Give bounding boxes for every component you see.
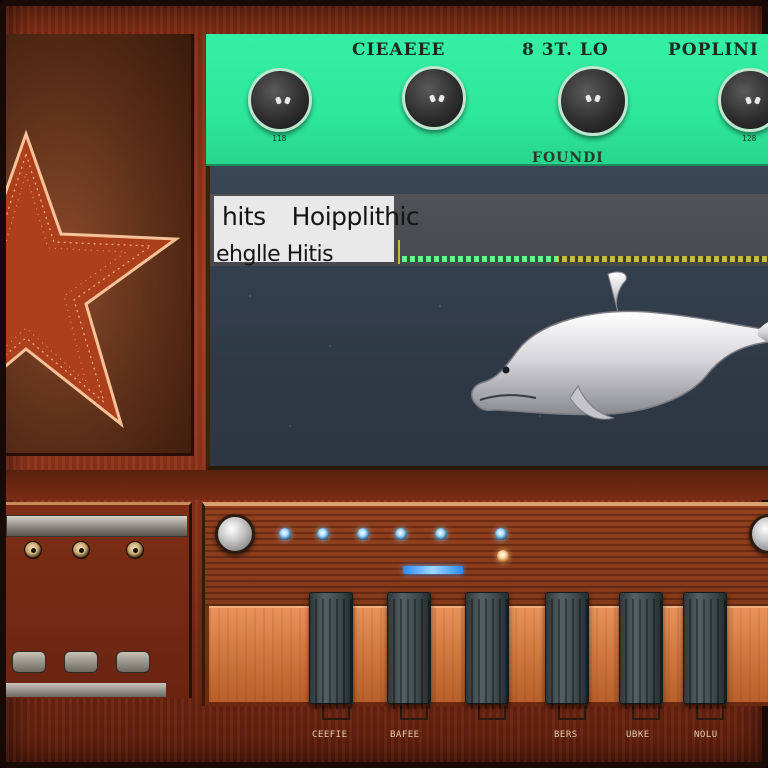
dolphin-icon <box>471 271 768 420</box>
top-label-left: CIEAEEE <box>352 40 446 60</box>
mixer-console <box>202 502 768 709</box>
status-light-bar <box>403 566 463 574</box>
screen-subtitle: ehglle Hitis <box>216 242 334 267</box>
top-rail <box>6 515 188 537</box>
device-frame: CIEAEEE 8 3T. LO POPLINI 118 128 FOUNDI … <box>0 0 768 768</box>
small-knob-1[interactable] <box>12 651 46 673</box>
fader-label-6: NOLU <box>694 730 718 740</box>
fader-2[interactable] <box>387 592 431 709</box>
jack-panel <box>6 502 192 698</box>
screen-number: 88 <box>378 240 392 253</box>
bottom-rail <box>6 683 166 697</box>
top-label-right: POPLINI <box>668 40 759 60</box>
display-screen: hits Hoipplithic ehglle Hitis 88 <box>206 166 768 470</box>
level-meter-fill <box>402 256 559 262</box>
screen-title: hits Hoipplithic <box>222 202 420 231</box>
knob-3[interactable] <box>558 66 628 136</box>
console-wood-grain <box>205 506 768 606</box>
fader-label-4: BERS <box>554 730 578 740</box>
knob-1[interactable] <box>248 68 312 132</box>
fader-3[interactable] <box>465 592 509 709</box>
fader-label-2: BAFEE <box>390 730 420 740</box>
fader-5[interactable] <box>619 592 663 709</box>
screen-title-right: Hoipplithic <box>291 202 420 231</box>
led-icon <box>497 550 509 562</box>
fader-1[interactable] <box>309 592 353 709</box>
fader-4[interactable] <box>545 592 589 709</box>
led-icon <box>495 528 507 540</box>
led-icon <box>279 528 291 540</box>
jack-icon[interactable] <box>72 541 90 559</box>
star-art-panel <box>6 34 194 456</box>
volume-knob-left[interactable] <box>215 514 255 554</box>
star-icon <box>6 129 181 429</box>
fader-label-5: UBKE <box>626 730 650 740</box>
found-label: FOUNDI <box>532 150 604 166</box>
jack-icon[interactable] <box>126 541 144 559</box>
knob-icon <box>275 97 291 105</box>
level-marker <box>398 240 400 264</box>
knob-tick-1: 118 <box>272 134 287 143</box>
led-icon <box>395 528 407 540</box>
led-icon <box>357 528 369 540</box>
jack-icon[interactable] <box>24 541 42 559</box>
level-meter <box>402 256 768 262</box>
small-knob-2[interactable] <box>64 651 98 673</box>
knob-icon <box>429 95 445 103</box>
panel-divider <box>6 470 768 500</box>
small-knob-3[interactable] <box>116 651 150 673</box>
top-control-bar: CIEAEEE 8 3T. LO POPLINI 118 128 FOUNDI <box>206 34 768 166</box>
fader-label-1: CEEFIE <box>312 730 348 740</box>
knob-icon <box>585 95 601 103</box>
led-icon <box>317 528 329 540</box>
screen-title-left: hits <box>222 202 266 231</box>
fader-6[interactable] <box>683 592 727 709</box>
knob-tick-4: 128 <box>742 134 757 143</box>
knob-2[interactable] <box>402 66 466 130</box>
led-icon <box>435 528 447 540</box>
top-label-center: 8 3T. LO <box>522 40 609 60</box>
knob-4[interactable] <box>718 68 768 132</box>
knob-icon <box>745 97 761 105</box>
